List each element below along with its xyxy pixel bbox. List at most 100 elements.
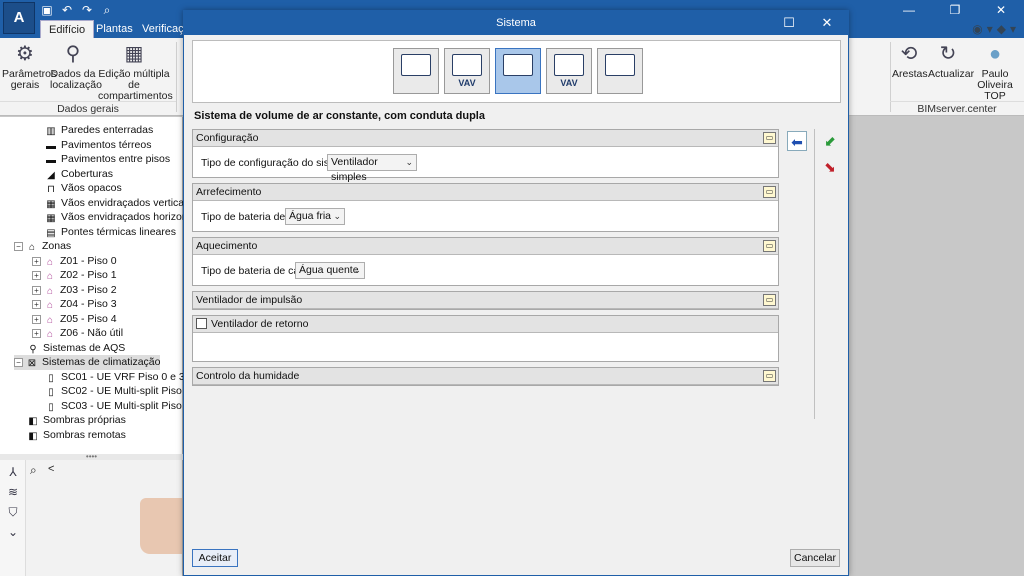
mode-vav-dual[interactable]: VAV: [546, 48, 592, 94]
accept-button[interactable]: Aceitar: [192, 549, 238, 567]
collapse-icon[interactable]: −: [14, 358, 23, 367]
mode-constant-volume-single[interactable]: [393, 48, 439, 94]
export-icon[interactable]: ⬊: [820, 157, 840, 177]
chevron-down-icon[interactable]: ⌄: [5, 524, 21, 540]
back-arrow-icon[interactable]: ⬅: [787, 131, 807, 151]
chevron-down-icon[interactable]: ▾: [987, 22, 993, 36]
tree-item[interactable]: + ⌂ Z02 - Piso 1: [32, 268, 117, 283]
save-icon[interactable]: ▣: [40, 3, 54, 17]
folder-open-icon[interactable]: ▭: [763, 370, 776, 382]
tree-item-label: Paredes enterradas: [61, 124, 154, 136]
cooling-coil-select[interactable]: Água fria ⌄: [285, 208, 345, 225]
collapse-arrow[interactable]: <: [48, 463, 54, 475]
heating-coil-select[interactable]: Água quente ⌄: [295, 262, 365, 279]
app-logo[interactable]: A: [3, 2, 35, 34]
tree-item[interactable]: + ⌂ Z04 - Piso 3: [32, 297, 117, 312]
section-title: Ventilador de retorno: [211, 318, 309, 330]
close-button[interactable]: ✕: [978, 0, 1024, 20]
duct-diagram-icon: [452, 54, 482, 76]
search-icon[interactable]: ⌕: [100, 3, 114, 17]
tree-item[interactable]: ▯ SC03 - UE Multi-split Piso 2: [32, 399, 190, 414]
user-account-button[interactable]: ● Paulo Oliveira TOP: [968, 42, 1022, 102]
tree-item[interactable]: ▤ Pontes térmicas lineares: [32, 225, 176, 240]
expand-icon[interactable]: +: [32, 256, 41, 266]
zoom-icon[interactable]: ⌕: [30, 463, 37, 478]
tree-item[interactable]: + ⌂ Z01 - Piso 0: [32, 254, 117, 269]
tree-item[interactable]: ▦ Vãos envidraçados verticais: [32, 196, 191, 211]
return-fan-checkbox[interactable]: [196, 318, 207, 329]
minimize-button[interactable]: —: [886, 0, 932, 20]
chevron-down-icon[interactable]: ▾: [1010, 22, 1016, 36]
expand-icon[interactable]: +: [32, 285, 41, 295]
tree-item[interactable]: ▬ Pavimentos entre pisos: [32, 152, 170, 167]
floor-icon: ▬: [46, 140, 56, 152]
tree-item[interactable]: ▬ Pavimentos térreos: [32, 138, 151, 153]
folder-open-icon[interactable]: ▭: [763, 186, 776, 198]
tree-item-label: Z02 - Piso 1: [60, 269, 117, 281]
tree-item[interactable]: − ⌂ Zonas: [14, 239, 71, 254]
tree-item-label: Sistemas de AQS: [43, 341, 126, 354]
section-supply-fan-header[interactable]: Ventilador de impulsão: [193, 292, 778, 309]
expand-icon[interactable]: +: [32, 314, 41, 324]
tree-item[interactable]: ⚲ Sistemas de AQS: [14, 341, 125, 356]
location-data-button[interactable]: ⚲ Dados da localização: [50, 42, 102, 91]
tree-item[interactable]: ▦ Vãos envidraçados horizontais: [32, 210, 204, 225]
undo-icon[interactable]: ↶: [60, 3, 74, 17]
edges-button[interactable]: ⟲ Arestas: [892, 42, 928, 80]
tree-item-label: Z03 - Piso 2: [60, 283, 117, 296]
tree-item[interactable]: ◧ Sombras próprias: [14, 413, 126, 428]
location-pin-icon: ⚲: [65, 43, 81, 65]
tag-icon[interactable]: ◆: [997, 22, 1006, 36]
expand-icon[interactable]: +: [32, 271, 41, 280]
dialog-close-button[interactable]: ✕: [812, 11, 842, 35]
building-3d-model[interactable]: [140, 498, 182, 554]
tree-item[interactable]: ▯ SC02 - UE Multi-split Piso 1: [32, 384, 190, 399]
general-parameters-button[interactable]: ⚙ Parâmetros gerais: [2, 42, 56, 91]
cancel-button[interactable]: Cancelar: [790, 549, 840, 567]
mode-label: VAV: [560, 78, 578, 88]
config-type-select[interactable]: Ventilador simples ⌄: [327, 154, 417, 183]
axes-icon[interactable]: ⅄: [5, 464, 21, 480]
duct-diagram-icon: [401, 54, 431, 76]
bimserver-group-label: BIMserver.center: [890, 101, 1024, 115]
tree-item[interactable]: ◧ Sombras remotas: [14, 428, 126, 443]
shield-icon[interactable]: ⛉: [5, 504, 21, 520]
tree-item[interactable]: + ⌂ Z03 - Piso 2: [32, 283, 117, 298]
tree-item[interactable]: ⊓ Vãos opacos: [32, 181, 122, 196]
expand-icon[interactable]: +: [32, 329, 41, 338]
tree-item-label: Zonas: [42, 240, 72, 252]
tree-item[interactable]: + ⌂ Z05 - Piso 4: [32, 312, 117, 327]
import-icon[interactable]: ⬋: [820, 131, 840, 151]
multiple-edit-label: Edição múltipla de compartimentos: [98, 68, 173, 102]
globe-icon[interactable]: ◉: [972, 22, 982, 36]
maximize-button[interactable]: ❐: [932, 0, 978, 20]
tab-plantas[interactable]: Plantas: [88, 20, 141, 38]
tree-item[interactable]: ▥ Paredes enterradas: [32, 123, 153, 138]
shadow-icon: ◧: [28, 416, 38, 427]
section-cooling: Arrefecimento ▭ Tipo de bateria de frio …: [192, 183, 779, 232]
section-humidity-header[interactable]: Controlo da humidade: [193, 368, 778, 385]
multiple-edit-button[interactable]: ▦ Edição múltipla de compartimentos: [98, 42, 173, 102]
tree-item[interactable]: ◢ Coberturas: [32, 167, 113, 182]
project-tree: ▥ Paredes enterradas ▬ Pavimentos térreos ▬ P…: [0, 117, 204, 454]
tap-icon: ⚲: [29, 343, 37, 355]
folder-open-icon[interactable]: ▭: [763, 240, 776, 252]
dialog-maximize-button[interactable]: ☐: [774, 11, 804, 35]
tab-edificio[interactable]: Edifício: [40, 20, 95, 38]
section-configuration-header: Configuração: [193, 130, 778, 147]
mode-constant-volume-dual[interactable]: [495, 48, 541, 94]
redo-icon[interactable]: ↷: [80, 3, 94, 17]
tree-item[interactable]: ▯ SC01 - UE VRF Piso 0 e 3: [32, 370, 184, 385]
folder-open-icon[interactable]: ▭: [763, 294, 776, 306]
tree-item[interactable]: + ⌂ Z06 - Não útil: [32, 326, 123, 341]
tree-item[interactable]: − ⊠ Sistemas de climatização: [14, 355, 161, 370]
zone-icon: ⌂: [46, 271, 54, 282]
mode-recirculation[interactable]: [597, 48, 643, 94]
system-dialog: Sistema ☐ ✕ VAV VAV Sistema de volume de…: [183, 10, 849, 576]
mode-vav-single[interactable]: VAV: [444, 48, 490, 94]
folder-open-icon[interactable]: ▭: [763, 132, 776, 144]
layers-icon[interactable]: ≋: [5, 484, 21, 500]
refresh-button[interactable]: ↻ Actualizar: [928, 42, 974, 80]
collapse-icon[interactable]: −: [14, 242, 23, 251]
expand-icon[interactable]: +: [32, 300, 41, 309]
